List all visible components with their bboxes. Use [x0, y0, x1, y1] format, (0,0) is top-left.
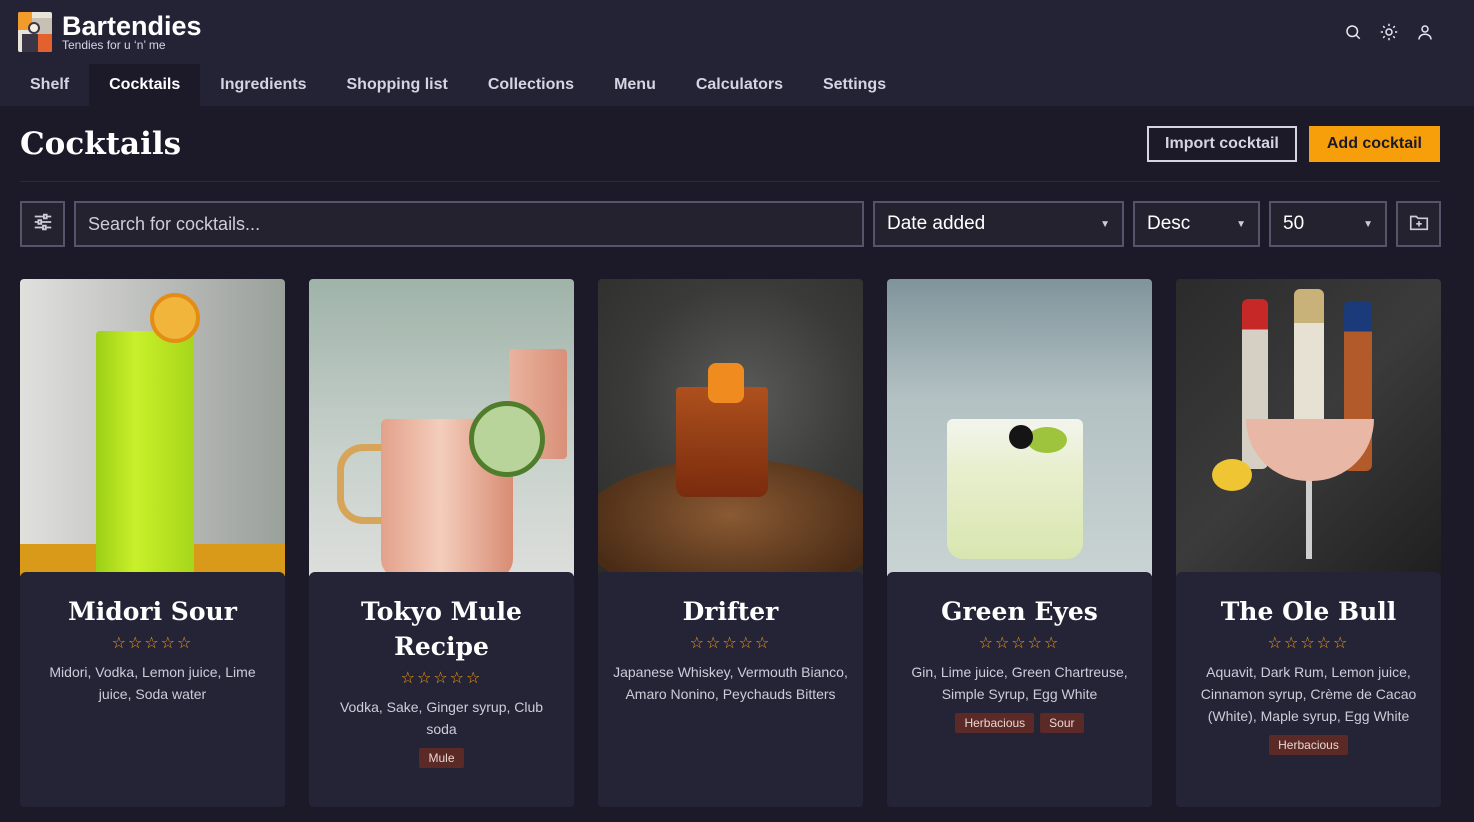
- search-input[interactable]: [74, 201, 864, 247]
- import-cocktail-button[interactable]: Import cocktail: [1147, 126, 1297, 162]
- chevron-down-icon: ▼: [1363, 218, 1373, 230]
- chevron-down-icon: ▼: [1100, 218, 1110, 230]
- sort-by-select[interactable]: Date added ▼: [873, 201, 1124, 247]
- cocktail-card[interactable]: Green Eyes ☆☆☆☆☆ Gin, Lime juice, Green …: [887, 279, 1152, 807]
- folder-plus-icon: [1408, 211, 1430, 238]
- tag-badge[interactable]: Herbacious: [1269, 735, 1348, 755]
- cocktail-image: [1176, 279, 1441, 576]
- sort-by-value: Date added: [887, 213, 986, 234]
- brand-name: Bartendies: [62, 11, 202, 41]
- per-page-value: 50: [1283, 213, 1305, 234]
- brand[interactable]: Bartendies Tendies for u ‘n’ me: [18, 12, 202, 52]
- rating-stars: ☆☆☆☆☆: [689, 635, 772, 652]
- tab-calculators[interactable]: Calculators: [676, 64, 803, 106]
- chevron-down-icon: ▼: [1236, 218, 1246, 230]
- ingredient-list: Aquavit, Dark Rum, Lemon juice, Cinnamon…: [1200, 664, 1417, 724]
- sun-icon[interactable]: [1380, 23, 1398, 41]
- cocktail-name: Green Eyes: [941, 597, 1098, 626]
- cocktail-name: Drifter: [682, 597, 779, 626]
- ingredient-list: Midori, Vodka, Lemon juice, Lime juice, …: [49, 664, 256, 702]
- cocktail-name: Tokyo Mule Recipe: [361, 597, 522, 661]
- logo: [18, 12, 52, 52]
- top-bar: Bartendies Tendies for u ‘n’ me: [0, 0, 1474, 64]
- add-cocktail-button[interactable]: Add cocktail: [1308, 126, 1440, 162]
- cocktail-image: [20, 279, 285, 576]
- search-icon[interactable]: [1344, 23, 1362, 41]
- filter-toggle-button[interactable]: [20, 201, 65, 247]
- ingredient-list: Vodka, Sake, Ginger syrup, Club soda: [339, 699, 544, 737]
- cocktail-card[interactable]: The Ole Bull ☆☆☆☆☆ Aquavit, Dark Rum, Le…: [1176, 279, 1441, 807]
- cocktail-image: [309, 279, 574, 576]
- page-title: Cocktails: [20, 126, 182, 162]
- tab-shelf[interactable]: Shelf: [10, 64, 89, 106]
- page-header: Cocktails Import cocktail Add cocktail: [20, 124, 1440, 182]
- add-to-collection-button[interactable]: [1396, 201, 1441, 247]
- cocktail-card[interactable]: Midori Sour ☆☆☆☆☆ Midori, Vodka, Lemon j…: [20, 279, 285, 807]
- tab-ingredients[interactable]: Ingredients: [200, 64, 326, 106]
- cocktail-grid: Midori Sour ☆☆☆☆☆ Midori, Vodka, Lemon j…: [20, 279, 1441, 807]
- tab-settings[interactable]: Settings: [803, 64, 906, 106]
- tab-menu[interactable]: Menu: [594, 64, 676, 106]
- sort-direction-select[interactable]: Desc ▼: [1133, 201, 1260, 247]
- sliders-icon: [32, 211, 54, 238]
- filter-bar: Date added ▼ Desc ▼ 50 ▼: [20, 201, 1441, 247]
- rating-stars: ☆☆☆☆☆: [400, 670, 483, 687]
- cocktail-card[interactable]: Drifter ☆☆☆☆☆ Japanese Whiskey, Vermouth…: [598, 279, 863, 807]
- ingredient-list: Gin, Lime juice, Green Chartreuse, Simpl…: [911, 664, 1128, 702]
- tag-badge[interactable]: Sour: [1040, 713, 1084, 733]
- tag-badge[interactable]: Mule: [419, 748, 464, 768]
- rating-stars: ☆☆☆☆☆: [978, 635, 1061, 652]
- sort-direction-value: Desc: [1147, 213, 1191, 234]
- rating-stars: ☆☆☆☆☆: [111, 635, 194, 652]
- tab-shopping-list[interactable]: Shopping list: [327, 64, 468, 106]
- cocktail-image: [887, 279, 1152, 576]
- tab-cocktails[interactable]: Cocktails: [89, 64, 201, 106]
- tab-collections[interactable]: Collections: [468, 64, 594, 106]
- tag-badge[interactable]: Herbacious: [955, 713, 1035, 733]
- cocktail-name: Midori Sour: [68, 597, 237, 626]
- cocktail-image: [598, 279, 863, 576]
- cocktail-name: The Ole Bull: [1220, 597, 1397, 626]
- rating-stars: ☆☆☆☆☆: [1267, 635, 1350, 652]
- per-page-select[interactable]: 50 ▼: [1269, 201, 1387, 247]
- user-icon[interactable]: [1416, 23, 1434, 41]
- cocktail-card[interactable]: Tokyo Mule Recipe ☆☆☆☆☆ Vodka, Sake, Gin…: [309, 279, 574, 807]
- ingredient-list: Japanese Whiskey, Vermouth Bianco, Amaro…: [613, 664, 848, 702]
- main-nav: Shelf Cocktails Ingredients Shopping lis…: [0, 64, 1474, 106]
